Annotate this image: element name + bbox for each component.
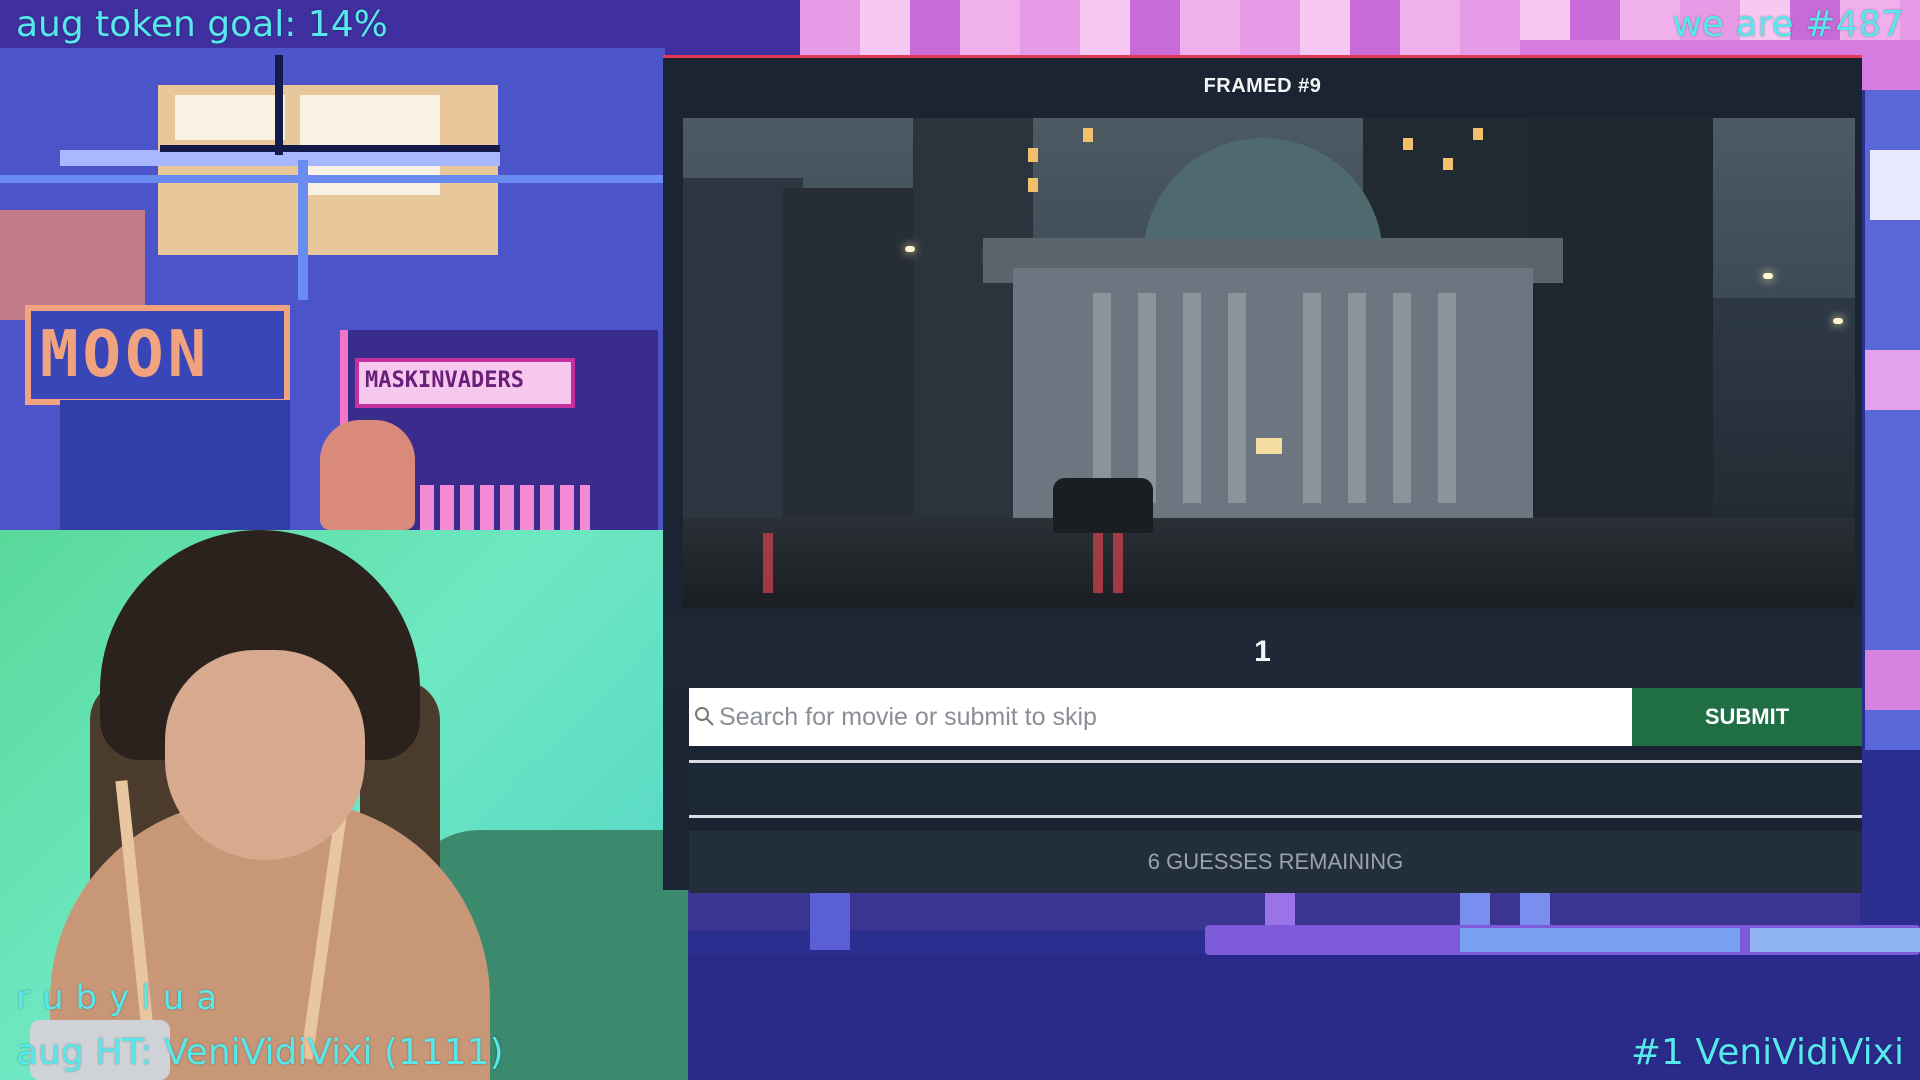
frame-counter: 1 <box>663 616 1862 688</box>
game-title: FRAMED #9 <box>1203 74 1322 97</box>
streamer-handle: rubylua <box>16 978 230 1018</box>
framed-game-panel: FRAMED #9 1 Search for movie or submit t… <box>663 55 1862 893</box>
submit-button[interactable]: SUBMIT <box>1632 688 1862 746</box>
guesses-remaining: 6 GUESSES REMAINING <box>689 831 1862 893</box>
guess-form: SUBMIT <box>689 688 1862 746</box>
moon-sign-text: MOON <box>40 318 211 392</box>
movie-search-input[interactable] <box>689 689 1632 745</box>
token-goal-text: aug token goal: 14% <box>16 4 388 45</box>
guess-slot <box>689 765 1862 815</box>
guess-divider <box>689 760 1862 763</box>
high-tipper-text: aug HT: VeniVidiVixi (1111) <box>16 1032 504 1073</box>
invaders-sign-text: MASKINVADERS <box>365 368 524 393</box>
movie-frame-image <box>683 118 1855 608</box>
top-tipper-text: #1 VeniVidiVixi <box>1630 1032 1904 1073</box>
search-icon <box>695 707 714 726</box>
guess-divider <box>689 815 1862 818</box>
rank-text: we are #487 <box>1672 4 1904 45</box>
search-box <box>689 688 1632 746</box>
